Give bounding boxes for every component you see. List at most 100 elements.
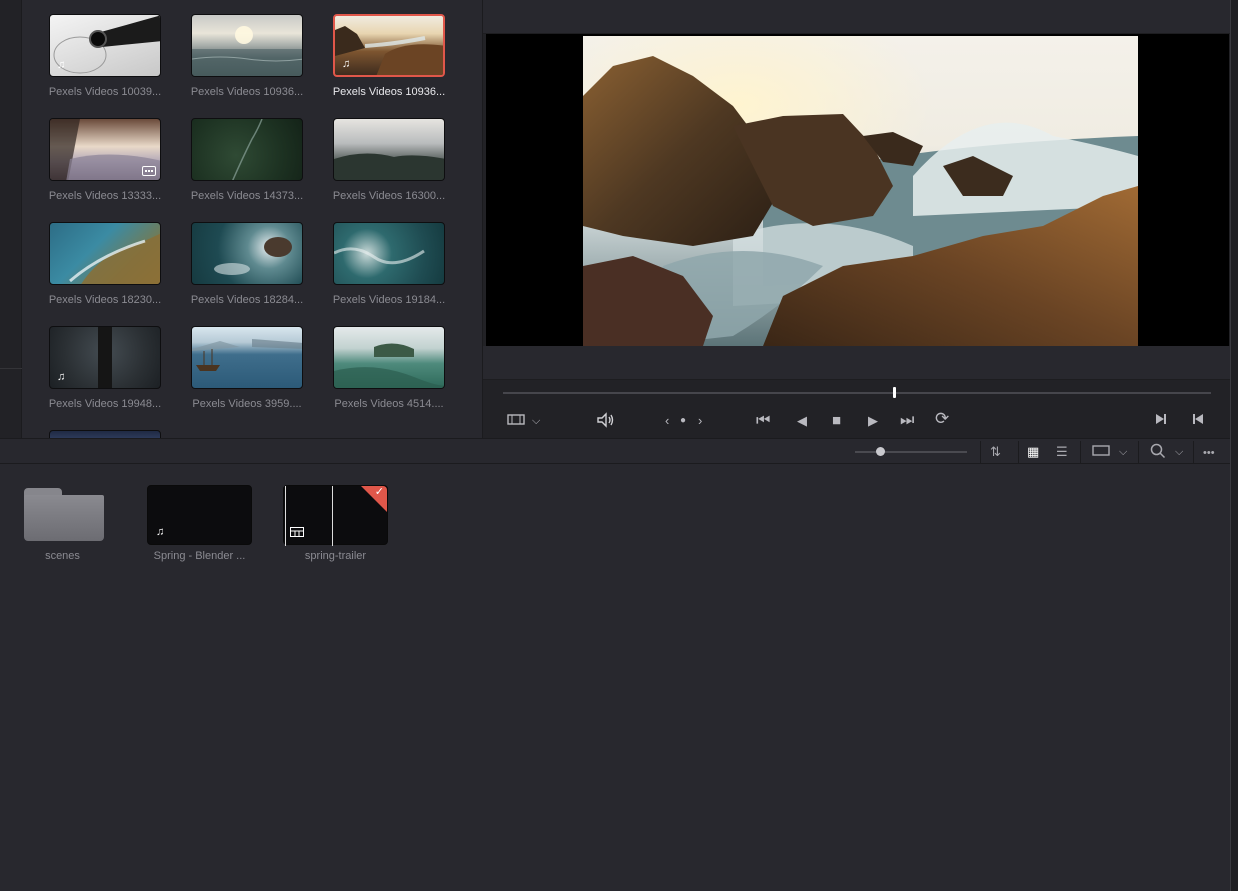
viewer-transport-area [483,346,1231,380]
clip-label: Pexels Videos 3959.... [192,398,302,410]
chevron-down-icon[interactable]: ⌵ [1175,443,1183,461]
timeline-label: spring-trailer [304,550,367,562]
mark-out-icon-svg [1193,414,1203,424]
media-clip[interactable]: ♫ Pexels Videos 10039... [34,0,162,104]
media-clip[interactable]: ♫ Pexels Videos 19948... [34,312,162,416]
mark-out-icon[interactable] [1191,412,1205,431]
subtitle-icon [142,166,156,176]
loop-button[interactable]: ⟳ [935,410,949,428]
thumbnail-zoom-slider[interactable] [855,451,967,453]
next-frame-button[interactable]: › [698,412,702,430]
clip-label: Spring - Blender ... [153,550,246,562]
skip-to-end-button[interactable]: ⏭ [900,412,914,430]
left-panel-strip [0,0,22,438]
clip-thumbnail [49,222,161,285]
clip-thumbnail [191,118,303,181]
mountain-thumbnail [334,153,444,180]
media-clip[interactable]: Pexels Videos 18284... [176,208,304,312]
chevron-down-icon[interactable]: ⌵ [532,412,540,430]
search-icon[interactable] [1150,443,1166,464]
media-clip-selected[interactable]: ♫ Pexels Videos 10936... [318,0,446,104]
dot-indicator[interactable]: ● [680,412,686,430]
play-button[interactable]: ▶ [868,412,878,430]
search-icon-svg [1150,443,1166,459]
night-tower-thumbnail [98,327,112,388]
clip-thumbnail [191,222,303,285]
divider [1080,441,1081,463]
viewer-panel [482,0,1231,438]
film-icon-svg [507,414,525,425]
foggy-island-thumbnail [334,343,444,388]
mark-in-icon[interactable] [1154,412,1168,431]
viewer-canvas[interactable] [486,34,1229,346]
music-note-icon: ♫ [57,59,66,71]
chevron-down-icon[interactable]: ⌵ [1119,443,1127,461]
clip-thumbnail [191,14,303,77]
clip-thumbnail [333,222,445,285]
zoom-slider-knob[interactable] [876,447,885,456]
divider [0,368,22,369]
timeline-item[interactable]: spring-trailer [283,464,403,562]
list-view-icon[interactable]: ☰ [1056,443,1068,461]
speaker-icon-svg [597,412,614,428]
clip-thumbnail [49,118,161,181]
rocks-sea-thumbnail [335,26,443,75]
grid-view-icon[interactable]: ▦ [1027,443,1039,461]
coast-aerial-thumbnail [69,233,160,284]
bottle-thumbnail [53,15,160,74]
clip-thumbnail [333,326,445,389]
media-clip[interactable]: Pexels Videos 4514.... [318,312,446,416]
clip-label: Pexels Videos 10936... [332,86,446,98]
divider [1018,441,1019,463]
folder-icon-body[interactable] [24,495,104,541]
clip-label: Pexels Videos 4514.... [334,398,444,410]
stop-button[interactable]: ■ [832,412,841,430]
clip-label: Pexels Videos 18284... [190,294,304,306]
right-edge-strip [1230,0,1238,891]
waves-thumbnail [334,247,425,265]
clip-thumbnail: ♫ [333,14,445,77]
media-clip[interactable]: Pexels Videos 14373... [176,104,304,208]
music-note-icon: ♫ [342,58,351,70]
clip-thumbnail [191,326,303,389]
monitor-icon[interactable] [1092,443,1110,462]
clip-label: Pexels Videos 16300... [332,190,446,202]
clip-label: Pexels Videos 18230... [48,294,162,306]
speaker-icon[interactable] [596,412,616,433]
clip-label: Pexels Videos 13333... [48,190,162,202]
viewer-header [483,0,1231,34]
music-note-icon: ♫ [57,371,66,383]
viewer-frame [583,36,1138,346]
divider [1138,441,1139,463]
bin-toolbar: ⇅ ▦ ☰ ⌵ ⌵ ••• [0,438,1230,464]
skip-to-start-button[interactable]: ⏮ [756,412,770,430]
clip-label: Pexels Videos 19184... [332,294,446,306]
ocean-rocks-thumbnail [214,237,292,275]
media-clip[interactable]: Pexels Videos 13333... [34,104,162,208]
step-back-button[interactable]: ◀ [797,412,807,430]
media-clip[interactable]: Pexels Videos 18230... [34,208,162,312]
film-icon[interactable] [507,412,525,431]
media-clip[interactable]: Pexels Videos 10936... [176,0,304,104]
more-options-icon[interactable]: ••• [1203,444,1215,462]
clip-thumbnail: ♫ [49,14,161,77]
clip-thumbnail: ♫ [49,326,161,389]
clip-label: Pexels Videos 14373... [190,190,304,202]
media-clip[interactable]: Pexels Videos 3959.... [176,312,304,416]
divider [1193,441,1194,463]
previous-frame-button[interactable]: ‹ [665,412,669,430]
playhead[interactable] [893,387,896,398]
media-pool: ♫ Pexels Videos 10039... Pexels Videos 1… [22,0,482,438]
sort-icon[interactable]: ⇅ [990,443,1001,461]
audio-clip-item[interactable]: Spring - Blender ... [147,464,267,562]
rocky-coast-frame [583,36,1138,346]
divider [980,441,981,463]
clip-thumbnail [333,118,445,181]
folder-label: scenes [45,550,80,562]
timeline-scrubber[interactable] [503,392,1211,394]
media-clip[interactable]: Pexels Videos 19184... [318,208,446,312]
clip-thumbnail-partial[interactable] [49,430,161,438]
sea-sunset-thumbnail [192,26,302,76]
media-clip[interactable]: Pexels Videos 16300... [318,104,446,208]
ship-thumbnail [192,339,302,371]
